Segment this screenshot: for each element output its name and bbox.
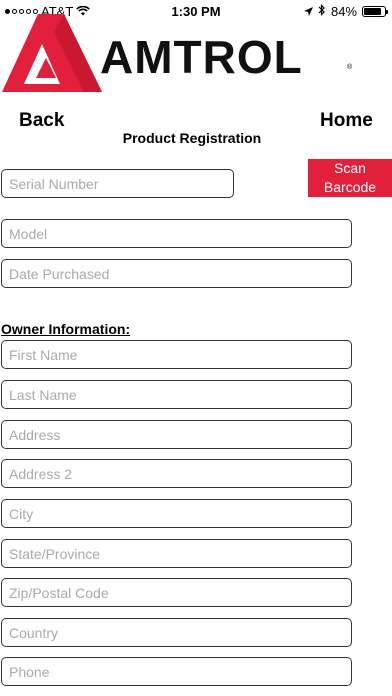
logo-mark-icon: [2, 14, 102, 92]
scan-button-line1: Scan: [334, 160, 366, 176]
amtrol-logo: AMTROL ®: [2, 14, 392, 92]
last-name-input[interactable]: [1, 380, 352, 409]
state-province-input[interactable]: [1, 539, 352, 568]
logo-text: AMTROL: [100, 31, 303, 83]
logo-registered-mark: ®: [347, 64, 353, 71]
scan-barcode-button[interactable]: Scan Barcode: [308, 159, 392, 197]
page-title: Product Registration: [122, 130, 262, 146]
country-input[interactable]: [1, 618, 352, 647]
address2-input[interactable]: [1, 459, 352, 488]
model-input[interactable]: [1, 219, 352, 248]
back-button[interactable]: Back: [19, 110, 64, 132]
home-button[interactable]: Home: [320, 110, 373, 132]
phone-input[interactable]: [1, 657, 352, 686]
scan-button-line2: Barcode: [323, 179, 377, 195]
owner-information-heading: Owner Information:: [1, 321, 131, 337]
zip-postal-code-input[interactable]: [1, 578, 352, 607]
address-input[interactable]: [1, 420, 352, 449]
serial-number-input[interactable]: [1, 169, 234, 198]
city-input[interactable]: [1, 499, 352, 528]
date-purchased-input[interactable]: [1, 259, 352, 288]
first-name-input[interactable]: [1, 340, 352, 369]
